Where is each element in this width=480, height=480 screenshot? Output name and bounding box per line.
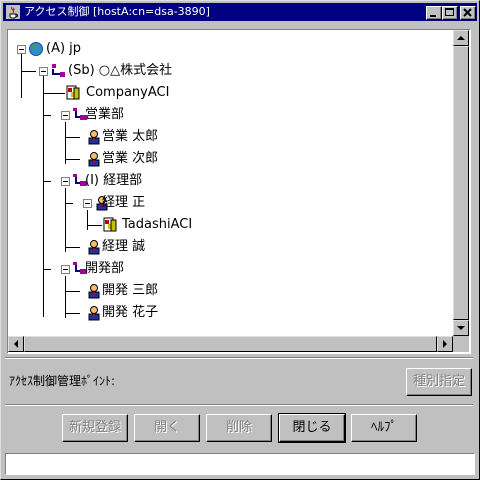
- tree-node-person[interactable]: 経理 正: [94, 193, 214, 213]
- scrollbar-corner: [453, 336, 469, 352]
- title-bar[interactable]: アクセス制御 [hostA:cn=dsa-3890]: [3, 3, 477, 21]
- tree-node-label: CompanyACI: [86, 85, 170, 100]
- tree-node-label: 開発 花子: [102, 305, 159, 320]
- minimize-icon: [430, 15, 436, 17]
- tree-node-company[interactable]: (Sb) ○△株式会社: [50, 61, 210, 81]
- tree-line: [65, 247, 80, 248]
- window-title: アクセス制御 [hostA:cn=dsa-3890]: [24, 5, 210, 18]
- tree-node-jp[interactable]: (A) jp: [28, 39, 148, 59]
- tree-node-label: 営業 太郎: [102, 129, 159, 144]
- tree-node-dev-dept[interactable]: 開発部: [72, 259, 172, 279]
- tree-node-label: (A) jp: [46, 41, 82, 56]
- open-button[interactable]: 開く: [134, 414, 200, 442]
- tree-node-person[interactable]: 営業 次郎: [80, 149, 200, 169]
- tree-node-person[interactable]: 開発 花子: [80, 303, 200, 323]
- tree-line: [87, 225, 102, 226]
- maximize-icon: [445, 8, 454, 16]
- arrow-right-icon: [443, 340, 447, 348]
- tree-node-label: 経理 誠: [102, 239, 146, 254]
- globe-icon: [29, 42, 43, 56]
- tree-line: [43, 93, 65, 94]
- help-button[interactable]: ﾍﾙﾌﾟ: [351, 414, 417, 442]
- arrow-down-icon: [457, 326, 465, 330]
- arrow-up-icon: [457, 36, 465, 40]
- type-specify-button[interactable]: 種別指定: [406, 368, 472, 396]
- collapse-toggle-icon[interactable]: [39, 67, 48, 76]
- tree-line: [43, 74, 44, 317]
- tree-node-company-aci[interactable]: CompanyACI: [65, 83, 185, 103]
- tree-line: [65, 188, 66, 252]
- close-dialog-button[interactable]: 閉じる: [278, 413, 346, 443]
- collapse-toggle-icon[interactable]: [61, 177, 70, 186]
- collapse-toggle-icon[interactable]: [17, 45, 26, 54]
- tree-line: [65, 313, 80, 314]
- status-bar: [5, 453, 475, 475]
- tree-node-person[interactable]: 開発 三郎: [80, 281, 200, 301]
- tree-line: [65, 203, 73, 204]
- tree-line: [87, 210, 88, 230]
- delete-button[interactable]: 削除: [206, 414, 272, 442]
- scroll-left-button[interactable]: [8, 336, 24, 352]
- maximize-button[interactable]: [442, 6, 458, 20]
- vertical-scrollbar[interactable]: [453, 30, 469, 336]
- directory-tree-panel: (A) jp (Sb) ○△株式会社 CompanyACI 営業部 営業 太郎 …: [7, 29, 471, 354]
- collapse-toggle-icon[interactable]: [61, 111, 70, 120]
- tree-node-label: 営業 次郎: [102, 151, 159, 166]
- tree-node-label: (I) 経理部: [85, 173, 143, 188]
- person-icon: [88, 240, 100, 255]
- divider: [5, 404, 473, 406]
- access-control-window: アクセス制御 [hostA:cn=dsa-3890] (A) jp (Sb) ○…: [0, 0, 480, 480]
- horizontal-scrollbar[interactable]: [8, 336, 453, 352]
- tree-line: [43, 115, 51, 116]
- minimize-button[interactable]: [426, 6, 442, 20]
- tree-node-person[interactable]: 経理 誠: [80, 237, 200, 257]
- tree-line: [43, 269, 51, 270]
- tree-node-sales-dept[interactable]: 営業部: [72, 105, 172, 125]
- access-control-point-label: ｱｸｾｽ制御管理ﾎﾟｲﾝﾄ:: [9, 374, 116, 388]
- scroll-right-button[interactable]: [437, 336, 453, 352]
- tree-line: [65, 159, 80, 160]
- collapse-toggle-icon[interactable]: [83, 199, 92, 208]
- aci-icon: [66, 85, 80, 100]
- tree-node-label: (Sb) ○△株式会社: [68, 63, 173, 78]
- tree-line: [65, 291, 80, 292]
- tree-line: [65, 276, 66, 318]
- arrow-left-icon: [14, 340, 18, 348]
- tree-node-label: 開発部: [85, 261, 125, 276]
- horizontal-scroll-thumb[interactable]: [24, 336, 437, 352]
- tree-line: [21, 71, 36, 72]
- vertical-scroll-thumb[interactable]: [453, 46, 469, 320]
- person-icon: [88, 130, 100, 145]
- register-button[interactable]: 新規登録: [62, 414, 128, 442]
- tree-node-tadashi-aci[interactable]: TadashiACI: [102, 215, 222, 235]
- tree-line: [43, 181, 51, 182]
- close-button[interactable]: [460, 6, 476, 20]
- directory-tree[interactable]: (A) jp (Sb) ○△株式会社 CompanyACI 営業部 営業 太郎 …: [8, 30, 452, 336]
- tree-node-label: TadashiACI: [122, 217, 193, 232]
- tree-node-person[interactable]: 営業 太郎: [80, 127, 200, 147]
- collapse-toggle-icon[interactable]: [61, 265, 70, 274]
- scroll-up-button[interactable]: [453, 30, 469, 46]
- java-app-icon: [6, 5, 20, 19]
- organization-icon: [52, 64, 65, 77]
- tree-node-label: 開発 三郎: [102, 283, 159, 298]
- scroll-down-button[interactable]: [453, 320, 469, 336]
- person-icon: [88, 152, 100, 167]
- person-icon: [88, 306, 100, 321]
- tree-node-label: 経理 正: [102, 195, 146, 210]
- aci-icon: [103, 217, 117, 232]
- close-icon: [463, 8, 472, 17]
- tree-line: [65, 137, 80, 138]
- tree-line: [65, 122, 66, 164]
- tree-node-accounting-dept[interactable]: (I) 経理部: [72, 171, 192, 191]
- divider: [5, 357, 473, 359]
- person-icon: [88, 284, 100, 299]
- tree-node-label: 営業部: [85, 107, 125, 122]
